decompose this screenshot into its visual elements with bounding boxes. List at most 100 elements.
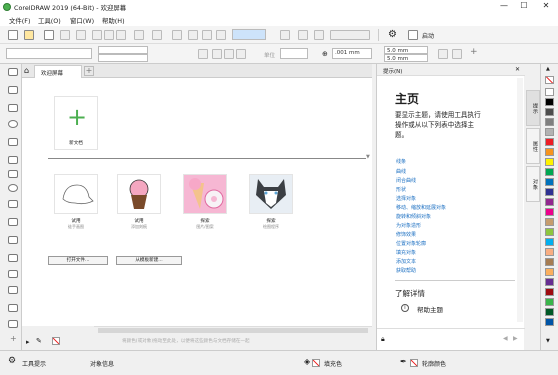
color-swatch[interactable] xyxy=(545,98,554,106)
forward-icon[interactable]: ▶ xyxy=(513,335,518,342)
lock-icon[interactable]: 🔒︎ xyxy=(381,335,385,344)
interactive-fill-icon[interactable] xyxy=(8,320,18,328)
nudge-field[interactable]: .001 mm xyxy=(332,48,372,59)
menu-window[interactable]: 窗口(W) xyxy=(70,16,94,25)
link-add-text[interactable]: 添加文本 xyxy=(396,258,416,265)
settings-gear-icon[interactable]: ⚙ xyxy=(8,356,16,366)
color-swatch[interactable] xyxy=(545,158,554,166)
ellipse-tool-icon[interactable] xyxy=(8,184,18,192)
search-content-icon[interactable] xyxy=(172,30,182,40)
palette-scroll-down-icon[interactable]: ▼ xyxy=(546,338,550,344)
color-swatch[interactable] xyxy=(545,308,554,316)
template-tile-3[interactable] xyxy=(183,174,227,214)
save-icon[interactable] xyxy=(44,30,54,40)
artistic-media-icon[interactable] xyxy=(8,156,18,164)
collapse-arrow-icon[interactable]: ▼ xyxy=(366,154,370,160)
color-swatch[interactable] xyxy=(545,218,554,226)
portrait-icon[interactable] xyxy=(198,49,208,59)
scroll-thumb[interactable] xyxy=(98,328,368,333)
text-tool-icon[interactable] xyxy=(8,218,18,226)
crop-tool-icon[interactable] xyxy=(8,104,18,112)
tab-objects[interactable]: 对象 xyxy=(526,166,540,202)
parallel-dimension-icon[interactable] xyxy=(8,236,18,244)
link-outline[interactable]: 位置对象轮廓 xyxy=(396,240,426,247)
paste-icon[interactable] xyxy=(116,30,126,40)
redo-icon[interactable] xyxy=(152,30,162,40)
print-icon[interactable] xyxy=(76,30,86,40)
cut-icon[interactable] xyxy=(92,30,102,40)
color-swatch[interactable] xyxy=(545,258,554,266)
add-tool-icon[interactable]: + xyxy=(10,334,17,343)
color-swatch[interactable] xyxy=(545,318,554,326)
template-tile-4[interactable] xyxy=(249,174,293,214)
open-icon[interactable] xyxy=(24,30,34,40)
menu-help[interactable]: 帮助(H) xyxy=(102,16,125,25)
transparency-icon[interactable] xyxy=(8,286,18,294)
polygon-tool-icon[interactable] xyxy=(8,200,18,208)
rulers-icon[interactable] xyxy=(298,30,308,40)
color-swatch[interactable] xyxy=(545,168,554,176)
fill-swatch[interactable] xyxy=(312,359,320,367)
launch-label[interactable]: 启动 xyxy=(422,31,434,40)
horizontal-scrollbar[interactable] xyxy=(94,326,372,334)
copy-icon[interactable] xyxy=(104,30,114,40)
add-tab-button[interactable]: + xyxy=(84,66,94,76)
help-topics-link[interactable]: 帮助主题 xyxy=(417,304,443,314)
color-swatch[interactable] xyxy=(545,208,554,216)
cloud-icon[interactable] xyxy=(60,30,70,40)
add-icon[interactable]: + xyxy=(470,47,478,57)
link-lines[interactable]: 线条 xyxy=(396,158,406,165)
drop-shadow-icon[interactable] xyxy=(8,270,18,278)
width-field[interactable] xyxy=(98,46,148,54)
palette-scroll-up-icon[interactable]: ▲ xyxy=(546,66,550,72)
link-rotate-skew[interactable]: 旋转和倾斜对象 xyxy=(396,213,431,220)
link-select-objects[interactable]: 选择对象 xyxy=(396,195,416,202)
units-dropdown[interactable] xyxy=(280,48,308,59)
shape-tool-icon[interactable] xyxy=(8,86,18,94)
all-pages-icon[interactable] xyxy=(224,49,234,59)
color-swatch[interactable] xyxy=(545,238,554,246)
link-fill[interactable]: 填充对象 xyxy=(396,249,416,256)
page-size-dropdown[interactable] xyxy=(6,48,92,59)
freehand-tool-icon[interactable] xyxy=(8,138,18,146)
page-nav-icon[interactable]: ▸ xyxy=(26,338,30,346)
height-field[interactable] xyxy=(98,54,148,62)
landscape-icon[interactable] xyxy=(212,49,222,59)
launch-icon[interactable] xyxy=(408,30,418,40)
outline-swatch[interactable] xyxy=(410,359,418,367)
pen-icon[interactable]: ✎ xyxy=(36,337,42,345)
page-options-icon[interactable] xyxy=(438,49,448,59)
export-icon[interactable] xyxy=(202,30,212,40)
template-tile-2[interactable] xyxy=(117,174,161,214)
color-swatch[interactable] xyxy=(545,198,554,206)
eyedropper-icon[interactable] xyxy=(8,304,18,312)
undo-icon[interactable] xyxy=(134,30,144,40)
menu-tools[interactable]: 工具(O) xyxy=(38,16,61,25)
pick-tool-icon[interactable] xyxy=(8,68,18,76)
tab-welcome[interactable]: 欢迎屏幕 xyxy=(34,65,82,78)
color-swatch[interactable] xyxy=(545,148,554,156)
template-tile-1[interactable] xyxy=(54,174,98,214)
color-swatch[interactable] xyxy=(545,118,554,126)
zoom-tool-icon[interactable] xyxy=(8,120,18,128)
tab-properties[interactable]: 属性 xyxy=(526,128,540,164)
snap-to-icon[interactable] xyxy=(330,30,370,40)
publish-pdf-icon[interactable] xyxy=(216,30,226,40)
bleed-icon[interactable] xyxy=(452,49,462,59)
menu-file[interactable]: 文件(F) xyxy=(9,16,30,25)
color-swatch[interactable] xyxy=(545,88,554,96)
back-icon[interactable]: ◀ xyxy=(503,335,508,342)
maximize-button[interactable]: ☐ xyxy=(516,0,532,12)
connector-tool-icon[interactable] xyxy=(8,254,18,262)
rectangle-tool-icon[interactable] xyxy=(8,170,18,178)
tab-hints[interactable]: 提示 xyxy=(526,90,540,126)
open-file-button[interactable]: 打开文件... xyxy=(48,256,108,265)
close-button[interactable]: ✕ xyxy=(538,0,554,12)
new-from-template-button[interactable]: 从模板新建... xyxy=(116,256,182,265)
minimize-button[interactable]: — xyxy=(496,0,512,12)
link-shapes[interactable]: 形状 xyxy=(396,186,406,193)
color-swatch[interactable] xyxy=(545,298,554,306)
color-swatch[interactable] xyxy=(545,268,554,276)
zoom-level-field[interactable] xyxy=(232,29,266,40)
duplicate-distance-x[interactable]: 5.0 mm xyxy=(384,46,428,54)
